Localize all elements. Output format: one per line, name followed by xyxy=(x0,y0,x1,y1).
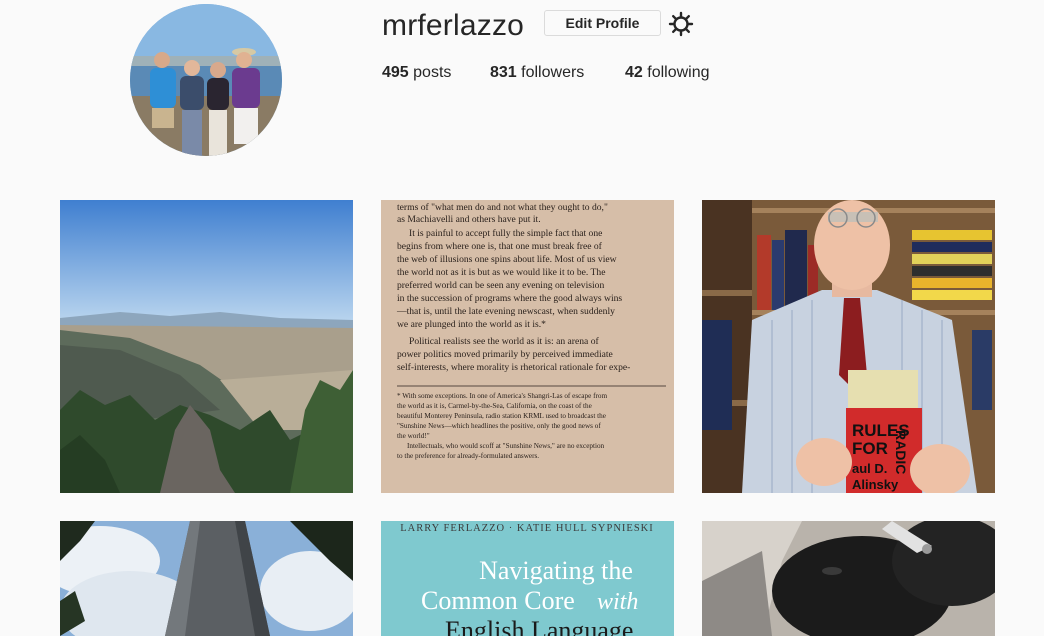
gear-icon[interactable] xyxy=(668,11,694,37)
tower-sky-image xyxy=(60,521,353,636)
cover-title-with: with xyxy=(597,589,638,615)
post-tile-man-with-book[interactable]: RULES FOR RADIC aul D. Alinsky xyxy=(702,200,995,493)
page-line-8: in the succession of programs where the … xyxy=(397,293,622,304)
page-line-12: power politics moved primarily by percei… xyxy=(397,349,613,360)
page-line-13: self-interests, where morality is rhetor… xyxy=(397,362,630,373)
post-tile-book-page[interactable]: terms of "what men do and not what they … xyxy=(381,200,674,493)
posts-count: 495 xyxy=(382,64,409,81)
book-author-1: aul D. xyxy=(852,461,887,476)
footnote-line-5: the world!" xyxy=(397,432,430,440)
page-line-2: as Machiavelli and others have put it. xyxy=(397,214,541,225)
mountain-landscape-image xyxy=(60,200,353,493)
following-count: 42 xyxy=(625,64,643,81)
profile-avatar[interactable] xyxy=(130,4,282,156)
followers-count: 831 xyxy=(490,64,517,81)
post-tile-book-cover[interactable]: LARRY FERLAZZO · KATIE HULL SYPNIESKI Na… xyxy=(381,521,674,636)
book-author-2: Alinsky xyxy=(852,477,899,492)
page-line-6: the world not as it is but as we would l… xyxy=(397,267,605,278)
page-line-11: Political realists see the world as it i… xyxy=(409,336,599,347)
page-line-1: terms of "what men do and not what they … xyxy=(397,202,608,213)
book-cover-image: LARRY FERLAZZO · KATIE HULL SYPNIESKI Na… xyxy=(381,521,674,636)
following-stat[interactable]: 42 following xyxy=(625,64,710,82)
posts-label: posts xyxy=(413,64,452,81)
cover-title-1: Navigating the xyxy=(479,556,633,585)
cover-title-2: Common Core xyxy=(421,586,575,615)
page-line-7: preferred world can be seen any evening … xyxy=(397,280,604,291)
sleeping-dog-image xyxy=(702,521,995,636)
book-title-3: RADIC xyxy=(893,430,909,474)
man-holding-book-image: RULES FOR RADIC aul D. Alinsky xyxy=(702,200,995,493)
followers-label: followers xyxy=(521,64,585,81)
page-line-10: we are plunged into the world as it is.* xyxy=(397,319,546,330)
post-tile-tower[interactable] xyxy=(60,521,353,636)
avatar-photo xyxy=(130,4,282,156)
page-line-4: begins from where one is, that one must … xyxy=(397,241,603,252)
book-title-2: FOR xyxy=(852,439,888,458)
book-page-image: terms of "what men do and not what they … xyxy=(381,200,674,493)
footnote-line-7: to the preference for already-formulated… xyxy=(397,452,539,460)
page-line-9: —that is, until the late evening newscas… xyxy=(396,306,615,317)
footnote-line-4: "Sunshine News—which headlines the posit… xyxy=(397,422,601,430)
post-tile-mountain-view[interactable] xyxy=(60,200,353,493)
edit-profile-button[interactable]: Edit Profile xyxy=(544,10,661,36)
footnote-line-2: the world as it is, Carmel-by-the-Sea, C… xyxy=(397,402,592,410)
page-line-5: the web of illusions one spins about lif… xyxy=(397,254,617,265)
post-tile-dog[interactable] xyxy=(702,521,995,636)
footnote-line-1: * With some exceptions. In one of Americ… xyxy=(397,392,607,400)
cover-title-3: English Language xyxy=(445,616,633,636)
profile-username: mrferlazzo xyxy=(382,9,525,42)
footnote-line-3: beautiful Monterey Peninsula, radio stat… xyxy=(397,412,606,420)
posts-stat: 495 posts xyxy=(382,64,451,82)
cover-authors: LARRY FERLAZZO · KATIE HULL SYPNIESKI xyxy=(400,523,654,534)
following-label: following xyxy=(647,64,710,81)
followers-stat[interactable]: 831 followers xyxy=(490,64,584,82)
page-line-3: It is painful to accept fully the simple… xyxy=(409,228,602,239)
footnote-line-6: Intellectuals, who would scoff at "Sunsh… xyxy=(407,442,605,450)
